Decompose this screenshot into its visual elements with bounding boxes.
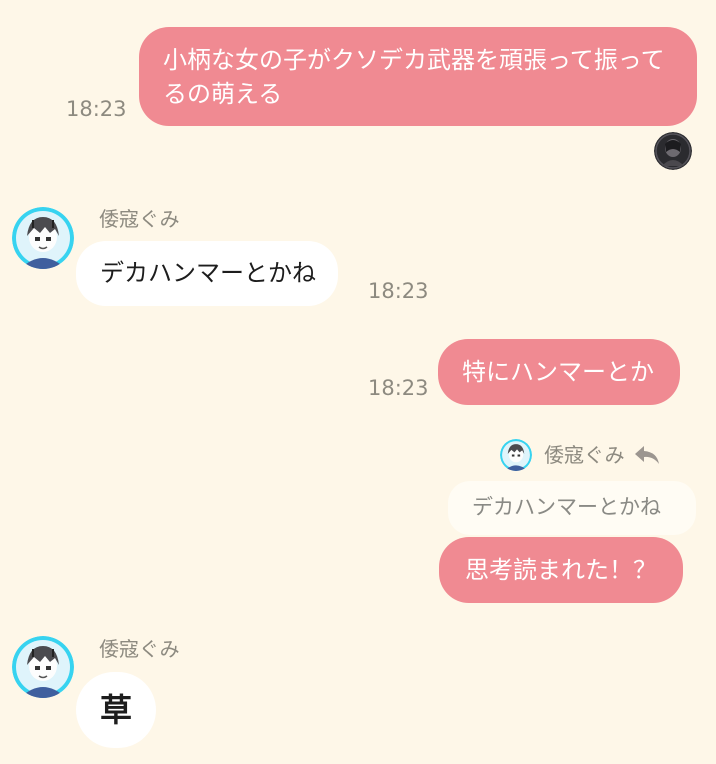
incoming-message-bubble[interactable]: デカハンマーとかね	[76, 241, 338, 306]
quoted-message[interactable]: デカハンマーとかね	[448, 481, 696, 535]
message-text: 思考読まれた！？	[465, 556, 657, 584]
message-text: 小柄な女の子がクソデカ武器を頑張って振ってるの萌える	[163, 46, 665, 108]
message-timestamp: 18:23	[368, 376, 429, 400]
quoted-sender-name: 倭寇ぐみ	[544, 443, 625, 467]
sender-name: 倭寇ぐみ	[99, 637, 180, 661]
message-text: 草	[99, 691, 132, 729]
anime-character-avatar-icon	[12, 207, 74, 269]
message-text: デカハンマーとかね	[100, 259, 316, 287]
incoming-message-bubble[interactable]: 草	[76, 672, 156, 748]
reply-header[interactable]: 倭寇ぐみ	[500, 439, 661, 471]
sender-name: 倭寇ぐみ	[99, 207, 180, 231]
sender-avatar[interactable]	[12, 636, 74, 698]
outgoing-message-bubble[interactable]: 思考読まれた！？	[439, 537, 683, 603]
anime-character-avatar-icon	[12, 636, 74, 698]
quoted-message-text: デカハンマーとかね	[472, 495, 661, 519]
self-avatar[interactable]	[654, 132, 692, 170]
anime-character-avatar-icon	[500, 439, 532, 471]
sender-avatar[interactable]	[12, 207, 74, 269]
message-text: 特にハンマーとか	[462, 358, 654, 386]
reply-arrow-icon	[633, 443, 661, 467]
outgoing-message-bubble[interactable]: 小柄な女の子がクソデカ武器を頑張って振ってるの萌える	[139, 27, 697, 126]
dark-avatar-icon	[654, 132, 692, 170]
outgoing-message-bubble[interactable]: 特にハンマーとか	[438, 339, 680, 405]
message-timestamp: 18:23	[66, 97, 127, 121]
quoted-sender-avatar	[500, 439, 532, 471]
message-timestamp: 18:23	[368, 279, 429, 303]
